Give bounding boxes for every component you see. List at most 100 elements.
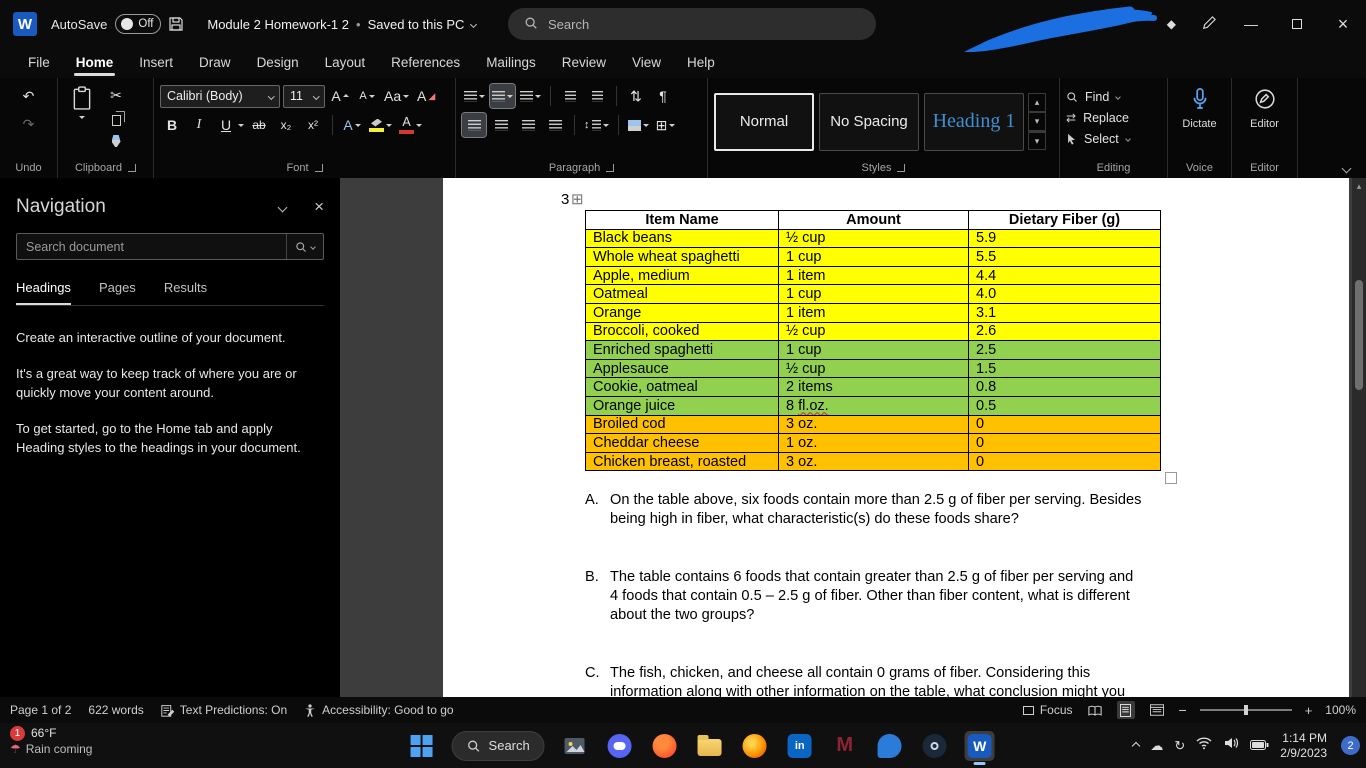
sort-button[interactable]: ⇅	[624, 84, 648, 108]
text-effects-button[interactable]: A	[340, 113, 364, 137]
style-gallery-up[interactable]: ▴	[1028, 93, 1046, 112]
paste-button[interactable]	[64, 84, 100, 157]
start-button[interactable]	[407, 731, 437, 761]
tab-review[interactable]: Review	[550, 50, 618, 76]
editor-button[interactable]	[1254, 88, 1276, 115]
bullets-button[interactable]	[462, 84, 487, 108]
table-cell[interactable]: 0.5	[969, 396, 1161, 415]
replace-button[interactable]: ⇄ Replace	[1066, 107, 1161, 128]
superscript-button[interactable]: x²	[301, 113, 325, 137]
line-spacing-button[interactable]: ↕	[582, 113, 611, 137]
table-cell[interactable]: Oatmeal	[586, 285, 779, 304]
tray-expand-icon[interactable]	[1132, 741, 1140, 749]
tab-references[interactable]: References	[379, 50, 472, 76]
table-cell[interactable]: 4.0	[969, 285, 1161, 304]
undo-button[interactable]: ↶	[17, 84, 41, 108]
weather-widget[interactable]: 1 66°F ☂ Rain coming	[10, 726, 92, 757]
table-cell[interactable]: Cheddar cheese	[586, 434, 779, 453]
font-dialog-launcher[interactable]	[315, 164, 323, 172]
word-app-icon[interactable]: W	[13, 12, 37, 36]
copy-button[interactable]	[104, 108, 128, 128]
shrink-font-button[interactable]: A	[355, 84, 379, 108]
table-cell[interactable]: 2.5	[969, 341, 1161, 360]
find-button[interactable]: Find	[1066, 86, 1161, 107]
show-formatting-marks-button[interactable]: ¶	[651, 84, 675, 108]
document-title[interactable]: Module 2 Homework-1 2 • Saved to this PC	[207, 17, 476, 32]
multilevel-list-button[interactable]	[518, 84, 543, 108]
clear-formatting-button[interactable]: A◢	[414, 84, 438, 108]
sync-icon[interactable]: ↻	[1174, 738, 1185, 754]
redo-button[interactable]: ↷	[17, 112, 41, 136]
format-painter-button[interactable]	[104, 131, 128, 151]
underline-button[interactable]: U	[214, 113, 238, 137]
table-cell[interactable]: Enriched spaghetti	[586, 341, 779, 360]
justify-button[interactable]	[543, 113, 567, 137]
zoom-level[interactable]: 100%	[1325, 703, 1356, 717]
page-indicator[interactable]: Page 1 of 2	[10, 703, 71, 717]
highlight-button[interactable]	[367, 113, 394, 137]
align-left-button[interactable]	[462, 113, 486, 137]
maximize-button[interactable]	[1274, 0, 1320, 48]
grow-font-button[interactable]: A	[328, 84, 352, 108]
clipboard-dialog-launcher[interactable]	[128, 164, 136, 172]
navigation-search-box[interactable]: Search document	[16, 233, 324, 260]
print-layout-icon[interactable]	[1117, 701, 1135, 719]
tab-home[interactable]: Home	[64, 50, 126, 76]
table-cell[interactable]: 5.9	[969, 229, 1161, 248]
word-taskbar-icon[interactable]: W	[965, 731, 995, 761]
read-mode-icon[interactable]	[1086, 701, 1104, 719]
volume-icon[interactable]	[1223, 736, 1239, 755]
navigation-chevron-icon[interactable]	[278, 202, 288, 212]
table-header-cell[interactable]: Amount	[779, 211, 969, 230]
table-cell[interactable]: Chicken breast, roasted	[586, 452, 779, 471]
table-cell[interactable]: ½ cup	[779, 229, 969, 248]
table-cell[interactable]: Broccoli, cooked	[586, 322, 779, 341]
scroll-up-icon[interactable]: ▴	[1357, 181, 1362, 697]
linkedin-icon[interactable]: in	[785, 731, 815, 761]
table-cell[interactable]: Whole wheat spaghetti	[586, 248, 779, 267]
table-cell[interactable]: 8 fl.oz.	[779, 396, 969, 415]
dictate-button[interactable]	[1191, 87, 1209, 116]
scrollbar-thumb[interactable]	[1355, 280, 1363, 390]
text-predictions[interactable]: Text Predictions: On	[161, 703, 287, 717]
word-count[interactable]: 622 words	[88, 703, 143, 717]
italic-button[interactable]: I	[187, 113, 211, 137]
paragraph-dialog-launcher[interactable]	[606, 164, 614, 172]
bold-button[interactable]: B	[160, 113, 184, 137]
steam-icon[interactable]	[920, 731, 950, 761]
table-cell[interactable]: 0.8	[969, 378, 1161, 397]
subscript-button[interactable]: x₂	[274, 113, 298, 137]
web-layout-icon[interactable]	[1148, 701, 1166, 719]
table-cell[interactable]: 1 cup	[779, 341, 969, 360]
change-case-button[interactable]: Aa	[382, 84, 411, 108]
photos-icon[interactable]	[560, 731, 590, 761]
increase-indent-button[interactable]	[585, 84, 609, 108]
taskbar-search[interactable]: Search	[452, 731, 545, 761]
autosave-toggle[interactable]: Off	[115, 14, 161, 34]
style-gallery-expand[interactable]: ▾	[1028, 131, 1046, 150]
collapse-ribbon-icon[interactable]	[1342, 164, 1352, 174]
table-cell[interactable]: ½ cup	[779, 359, 969, 378]
file-explorer-icon[interactable]	[695, 731, 725, 761]
tab-layout[interactable]: Layout	[313, 50, 378, 76]
vertical-scrollbar[interactable]: ▴	[1352, 178, 1366, 697]
decrease-indent-button[interactable]	[558, 84, 582, 108]
tab-view[interactable]: View	[620, 50, 673, 76]
table-cell[interactable]: 1 cup	[779, 285, 969, 304]
font-name-combo[interactable]: Calibri (Body)	[160, 85, 280, 108]
nav-tab-results[interactable]: Results	[164, 280, 207, 305]
minimize-button[interactable]: —	[1228, 0, 1274, 48]
table-header-cell[interactable]: Item Name	[586, 211, 779, 230]
navigation-close-icon[interactable]: ×	[314, 197, 324, 217]
align-right-button[interactable]	[516, 113, 540, 137]
table-cell[interactable]: ½ cup	[779, 322, 969, 341]
table-move-handle-icon[interactable]: ⊞	[571, 190, 584, 208]
brave-icon[interactable]	[650, 731, 680, 761]
style-heading-1[interactable]: Heading 1	[924, 93, 1024, 151]
table-cell[interactable]: 0	[969, 415, 1161, 434]
shading-button[interactable]	[626, 113, 651, 137]
table-cell[interactable]: 0	[969, 452, 1161, 471]
table-cell[interactable]: 0	[969, 434, 1161, 453]
notification-badge[interactable]: 2	[1341, 736, 1360, 755]
tab-draw[interactable]: Draw	[187, 50, 243, 76]
